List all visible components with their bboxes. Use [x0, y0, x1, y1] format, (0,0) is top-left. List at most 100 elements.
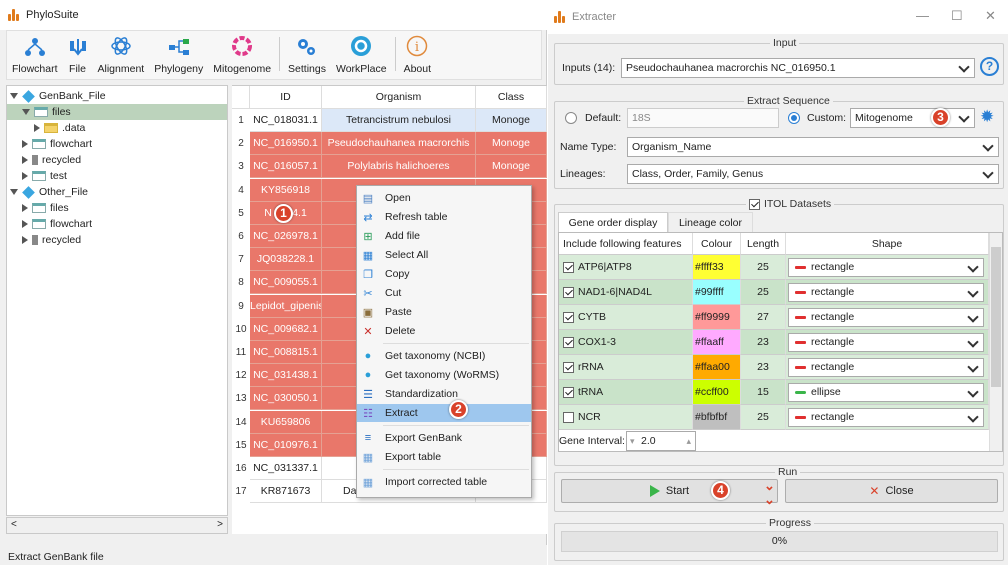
menu-item-get-taxonomy-ncbi[interactable]: ● Get taxonomy (NCBI): [357, 347, 531, 365]
tree-item[interactable]: recycled: [7, 232, 227, 248]
expanded-arrow-icon[interactable]: [22, 109, 30, 115]
collapsed-arrow-icon[interactable]: [22, 236, 28, 244]
feature-checkbox[interactable]: [563, 286, 574, 298]
close-window-icon[interactable]: ✕: [985, 8, 996, 24]
feature-checkbox[interactable]: [563, 336, 574, 348]
collapsed-arrow-icon[interactable]: [22, 156, 28, 164]
row-number[interactable]: 8: [232, 271, 250, 294]
table-cell[interactable]: Polylabris halichoeres: [322, 155, 476, 179]
tree-item[interactable]: GenBank_File: [7, 88, 227, 104]
menu-item-select-all[interactable]: ▦ Select All: [357, 246, 531, 264]
row-number[interactable]: 5: [232, 202, 250, 225]
toolbar-phylogeny-button[interactable]: Phylogeny: [149, 31, 208, 75]
table-cell[interactable]: Monoge: [476, 109, 547, 132]
menu-item-delete[interactable]: ✕ Delete: [357, 322, 531, 340]
colour-swatch[interactable]: #ffaaff: [693, 330, 740, 354]
default-field[interactable]: 18S: [627, 108, 779, 128]
table-cell[interactable]: NC_026978.1: [250, 225, 322, 248]
table-cell[interactable]: Monoge: [476, 155, 547, 179]
row-number[interactable]: 4: [232, 179, 250, 202]
feature-colour-cell[interactable]: #bfbfbf: [693, 405, 741, 430]
menu-item-copy[interactable]: ❐ Copy: [357, 265, 531, 283]
scroll-left-icon[interactable]: <: [11, 519, 17, 530]
tree-item[interactable]: flowchart: [7, 216, 227, 232]
lineages-select[interactable]: Class, Order, Family, Genus: [627, 164, 999, 184]
feature-length-cell[interactable]: 15: [741, 380, 786, 405]
spin-up-icon[interactable]: ▴: [686, 432, 691, 450]
collapsed-arrow-icon[interactable]: [22, 172, 28, 180]
file-tree[interactable]: GenBank_File files .data flowchart recycled t…: [6, 85, 228, 516]
feature-header-colour[interactable]: Colour: [693, 233, 741, 255]
tree-item[interactable]: test: [7, 168, 227, 184]
shape-select[interactable]: ellipse: [788, 383, 984, 402]
table-cell[interactable]: NC_009055.1: [250, 271, 322, 295]
feature-checkbox[interactable]: [563, 361, 574, 373]
feature-length-cell[interactable]: 25: [741, 280, 786, 305]
menu-item-export-table[interactable]: ▦ Export table: [357, 448, 531, 466]
scrollbar-thumb[interactable]: [991, 247, 1001, 387]
feature-checkbox[interactable]: [563, 411, 574, 423]
row-number[interactable]: 9: [232, 295, 250, 318]
collapsed-arrow-icon[interactable]: [34, 124, 40, 132]
tree-item[interactable]: flowchart: [7, 136, 227, 152]
table-cell[interactable]: KY856918: [250, 178, 322, 202]
colour-swatch[interactable]: #ffaa00: [693, 355, 740, 379]
name-type-select[interactable]: Organism_Name: [627, 137, 999, 157]
column-header-class[interactable]: Class: [476, 86, 547, 109]
row-number[interactable]: 7: [232, 248, 250, 271]
colour-swatch[interactable]: #ffff33: [693, 255, 740, 279]
expanded-arrow-icon[interactable]: [10, 189, 18, 195]
table-cell[interactable]: Monoge: [476, 132, 547, 156]
row-number[interactable]: 1: [232, 109, 250, 132]
table-cell[interactable]: NC_009682.1: [250, 317, 322, 341]
scroll-right-icon[interactable]: >: [217, 519, 223, 530]
tree-horizontal-scrollbar[interactable]: < >: [6, 517, 228, 534]
feature-length-cell[interactable]: 25: [741, 405, 786, 430]
row-number[interactable]: 11: [232, 341, 250, 364]
tree-item[interactable]: .data: [7, 120, 227, 136]
table-cell[interactable]: NC_016057.1: [250, 155, 322, 179]
shape-select[interactable]: rectangle: [788, 308, 984, 327]
feature-include-cell[interactable]: NCR: [559, 405, 693, 430]
feature-header-include[interactable]: Include following features: [559, 233, 693, 255]
table-cell[interactable]: KU659806: [250, 410, 322, 434]
feature-colour-cell[interactable]: #ccff00: [693, 380, 741, 405]
gear-icon[interactable]: ✹: [980, 107, 994, 127]
menu-item-get-taxonomy-worms[interactable]: ● Get taxonomy (WoRMS): [357, 366, 531, 384]
close-button[interactable]: ✕ Close: [785, 479, 998, 503]
row-number[interactable]: 3: [232, 155, 250, 178]
feature-colour-cell[interactable]: #ffaa00: [693, 355, 741, 380]
toolbar-about-button[interactable]: i About: [399, 31, 436, 75]
inputs-select[interactable]: Pseudochauhanea macrorchis NC_016950.1: [621, 58, 975, 78]
row-number[interactable]: 12: [232, 364, 250, 387]
table-cell[interactable]: Pseudochauhanea macrorchis: [322, 132, 476, 156]
feature-length-cell[interactable]: 23: [741, 355, 786, 380]
toolbar-workplace-button[interactable]: WorkPlace: [331, 31, 392, 75]
feature-include-cell[interactable]: rRNA: [559, 355, 693, 380]
table-cell[interactable]: NC_030050.1: [250, 387, 322, 411]
toolbar-settings-button[interactable]: Settings: [283, 31, 331, 75]
default-radio[interactable]: [565, 112, 577, 124]
colour-swatch[interactable]: #bfbfbf: [693, 405, 740, 429]
feature-include-cell[interactable]: NAD1-6|NAD4L: [559, 280, 693, 305]
row-number[interactable]: 10: [232, 318, 250, 341]
tree-item[interactable]: recycled: [7, 152, 227, 168]
itol-checkbox[interactable]: ITOL Datasets: [746, 198, 835, 210]
feature-checkbox[interactable]: [563, 261, 574, 273]
menu-item-add-file[interactable]: ⊞ Add file: [357, 227, 531, 245]
toolbar-alignment-button[interactable]: Alignment: [93, 31, 150, 75]
menu-item-paste[interactable]: ▣ Paste: [357, 303, 531, 321]
table-cell[interactable]: NC_031337.1: [250, 457, 322, 480]
start-button[interactable]: Start: [561, 479, 778, 503]
feature-length-cell[interactable]: 27: [741, 305, 786, 330]
maximize-icon[interactable]: ☐: [951, 8, 963, 24]
menu-item-cut[interactable]: ✂ Cut: [357, 284, 531, 302]
menu-item-import-corrected-table[interactable]: ▦ Import corrected table: [357, 473, 531, 491]
colour-swatch[interactable]: #99ffff: [693, 280, 740, 304]
minimize-icon[interactable]: —: [916, 8, 929, 23]
chevron-double-down-icon[interactable]: ⌄ ⌄: [764, 479, 775, 507]
shape-select[interactable]: rectangle: [788, 258, 984, 277]
help-icon[interactable]: ?: [980, 57, 999, 76]
tab-gene-order-display[interactable]: Gene order display: [558, 212, 668, 232]
shape-select[interactable]: rectangle: [788, 358, 984, 377]
